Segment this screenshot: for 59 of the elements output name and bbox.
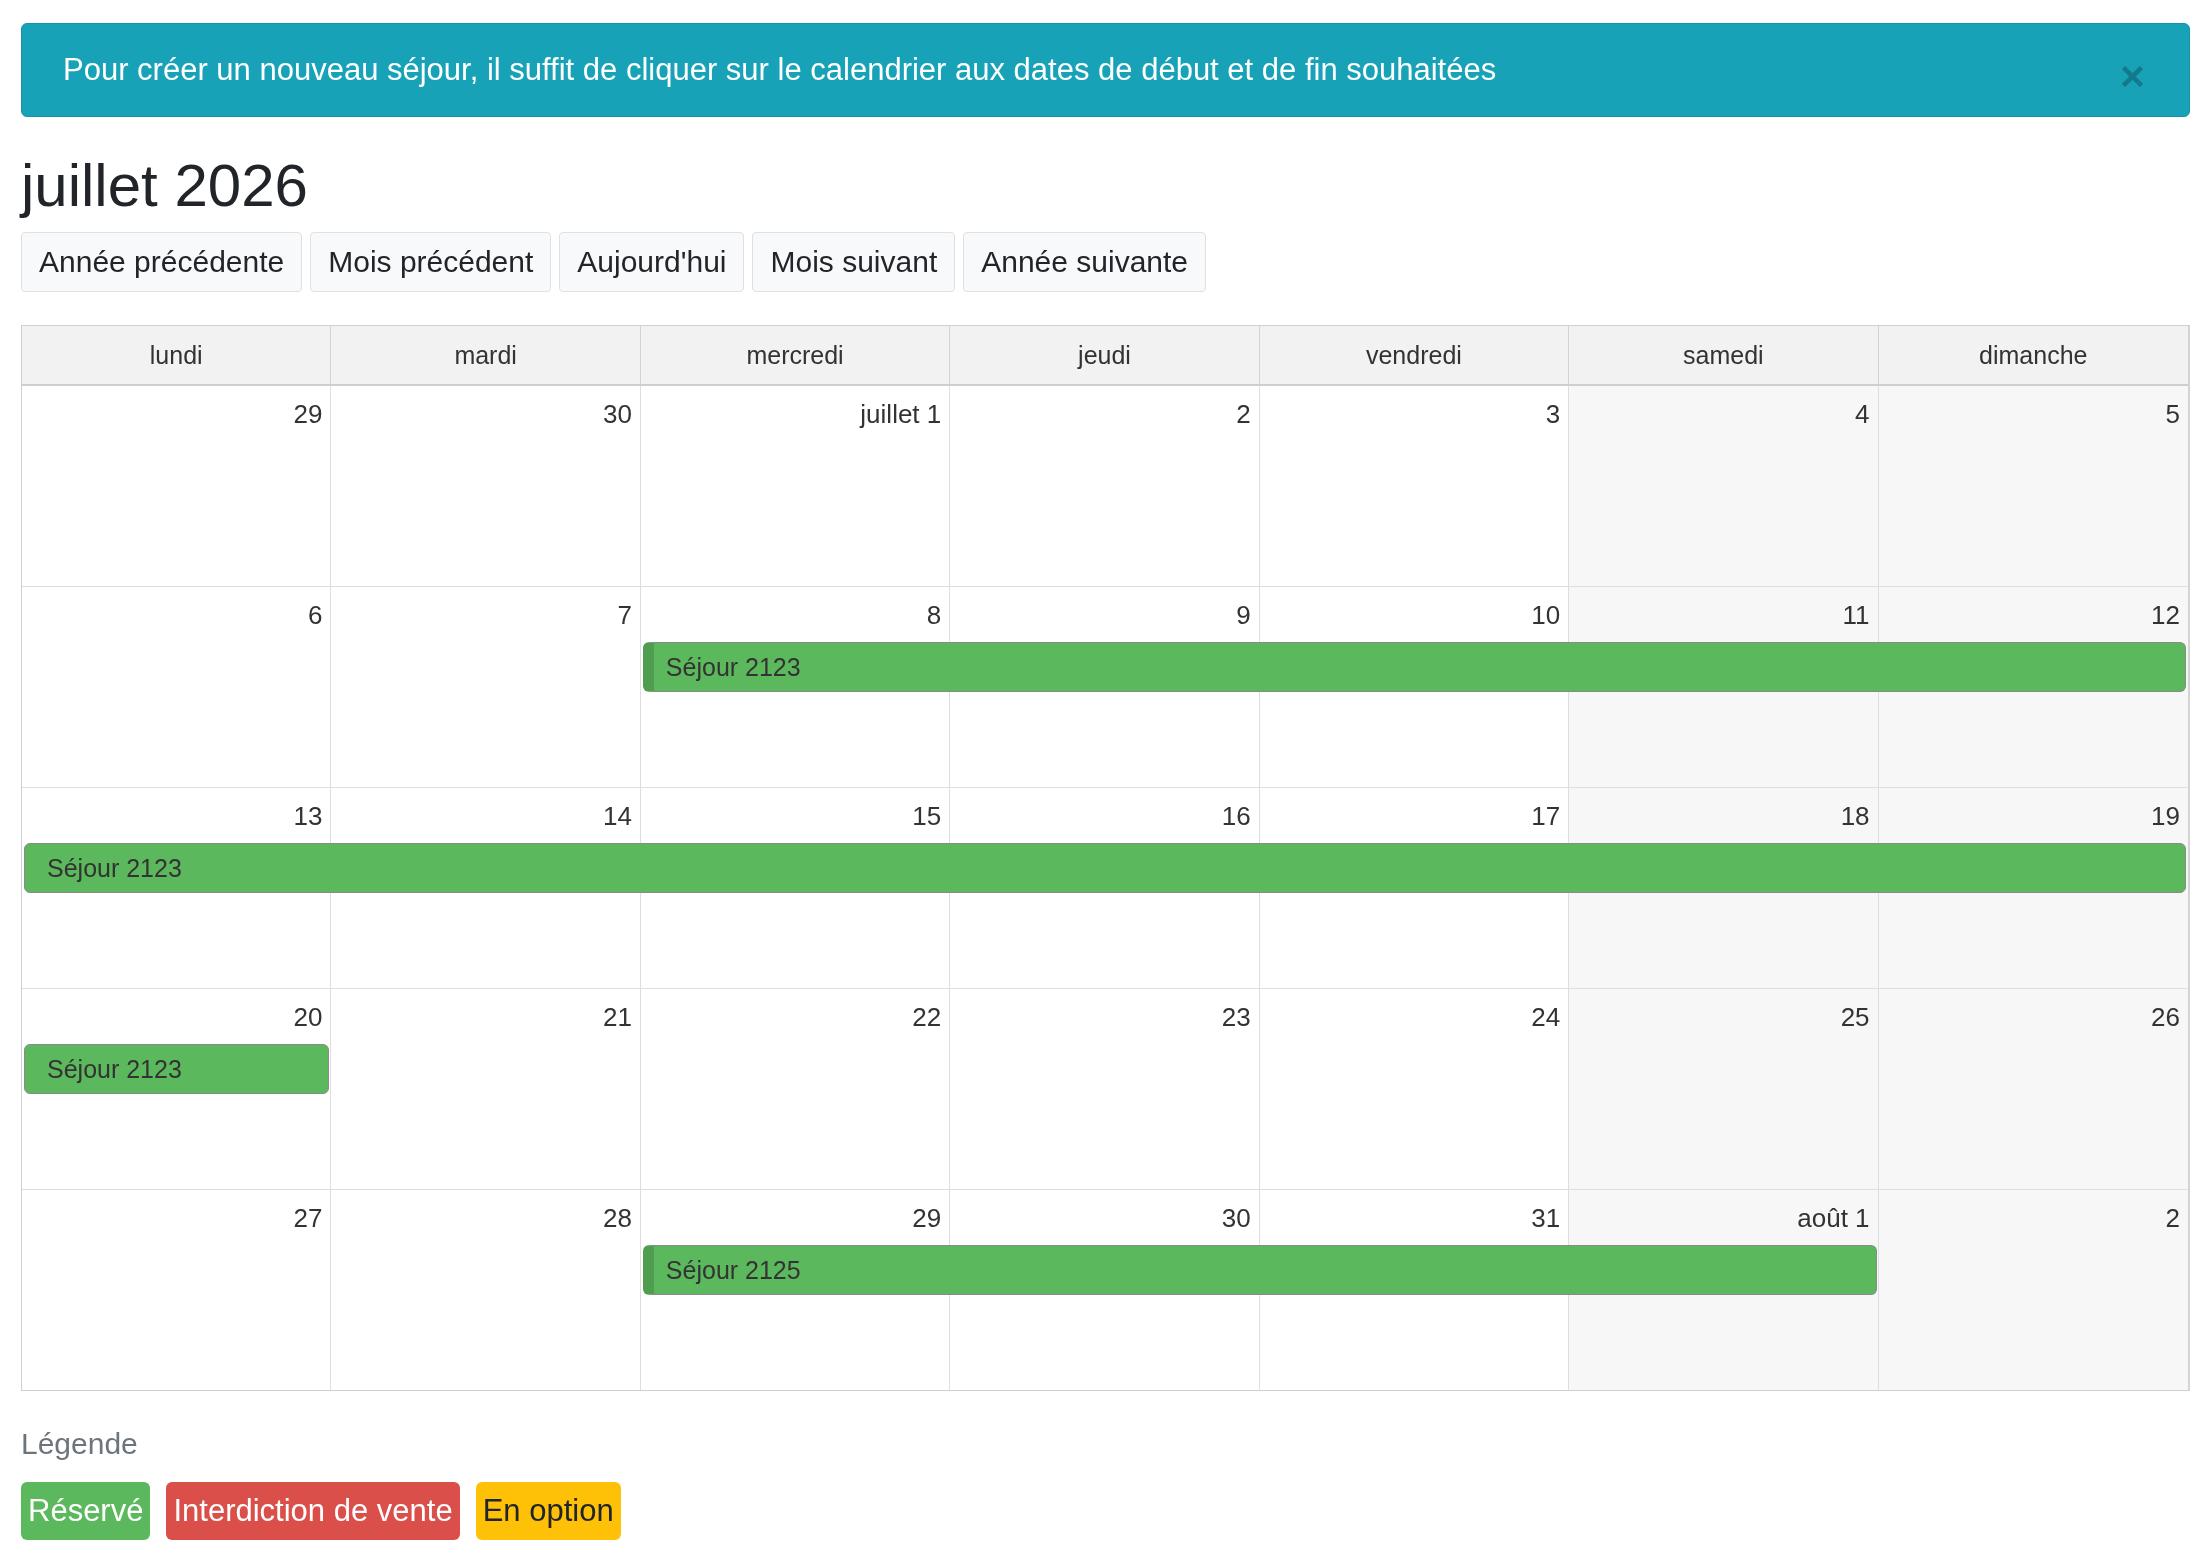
weekday-header: mardi bbox=[331, 326, 641, 384]
nav-button[interactable]: Mois précédent bbox=[310, 232, 552, 292]
stay-bar[interactable]: Séjour 2125 bbox=[642, 1245, 1877, 1295]
close-icon bbox=[2122, 65, 2143, 87]
status-badge: En option bbox=[475, 1482, 621, 1540]
day-number: 8 bbox=[926, 600, 942, 630]
day-number: 10 bbox=[1531, 600, 1561, 630]
day-number: 28 bbox=[602, 1203, 632, 1233]
day-number: 30 bbox=[1221, 1203, 1251, 1233]
day-number: 2 bbox=[2165, 1203, 2180, 1233]
weekday-header: dimanche bbox=[1878, 326, 2188, 384]
legend-title: Légende bbox=[21, 1427, 138, 1461]
weekday-header: mercredi bbox=[640, 326, 951, 384]
weekday-header: samedi bbox=[1569, 326, 1879, 384]
day-number: 12 bbox=[2151, 600, 2180, 630]
day-number: 19 bbox=[2151, 801, 2180, 831]
day-number: 21 bbox=[602, 1002, 632, 1032]
month-title: juillet 2026 bbox=[21, 153, 308, 219]
weekday-header: jeudi bbox=[950, 326, 1260, 384]
day-number: 5 bbox=[2165, 399, 2180, 429]
nav-button[interactable]: Aujourd'hui bbox=[559, 232, 745, 292]
day-number: 6 bbox=[307, 600, 323, 630]
weekday-header: vendredi bbox=[1259, 326, 1570, 384]
day-number: 14 bbox=[602, 801, 632, 831]
stay-bar[interactable]: Séjour 2123 bbox=[24, 1044, 330, 1094]
day-number: 16 bbox=[1221, 801, 1251, 831]
day-number: 4 bbox=[1855, 399, 1870, 429]
day-number: août 1 bbox=[1797, 1203, 1870, 1233]
day-number: 29 bbox=[912, 1203, 942, 1233]
stay-bar[interactable]: Séjour 2123 bbox=[24, 843, 2186, 893]
day-number: 27 bbox=[293, 1203, 323, 1233]
day-number: 30 bbox=[602, 399, 632, 429]
day-number: 17 bbox=[1531, 801, 1561, 831]
day-number: 15 bbox=[912, 801, 942, 831]
day-number: 3 bbox=[1545, 399, 1561, 429]
day-number: 20 bbox=[293, 1002, 323, 1032]
day-number: 2 bbox=[1236, 399, 1251, 429]
nav-button[interactable]: Année suivante bbox=[963, 232, 1207, 292]
day-number: 26 bbox=[2151, 1002, 2180, 1032]
nav-button[interactable]: Année précédente bbox=[21, 232, 303, 292]
status-badge: Interdiction de vente bbox=[166, 1482, 460, 1540]
info-message: Pour créer un nouveau séjour, il suffit de cliquer sur le calendrier aux dates de début et de fin souhaitées bbox=[63, 52, 1497, 88]
day-number: 13 bbox=[293, 801, 323, 831]
day-number: 22 bbox=[912, 1002, 942, 1032]
day-number: 11 bbox=[1842, 600, 1870, 630]
nav-button[interactable]: Mois suivant bbox=[752, 232, 956, 292]
day-number: 9 bbox=[1236, 600, 1251, 630]
day-number: 23 bbox=[1221, 1002, 1251, 1032]
day-number: 31 bbox=[1531, 1203, 1561, 1233]
day-number: 24 bbox=[1531, 1002, 1561, 1032]
day-number: 7 bbox=[617, 600, 632, 630]
stay-bar[interactable]: Séjour 2123 bbox=[642, 642, 2186, 692]
day-number: juillet 1 bbox=[860, 399, 942, 429]
close-button[interactable] bbox=[2122, 65, 2143, 87]
day-number: 18 bbox=[1840, 801, 1870, 831]
day-number: 25 bbox=[1840, 1002, 1870, 1032]
weekday-header: lundi bbox=[22, 326, 332, 384]
status-badge: Réservé bbox=[21, 1482, 151, 1540]
day-number: 29 bbox=[293, 399, 323, 429]
